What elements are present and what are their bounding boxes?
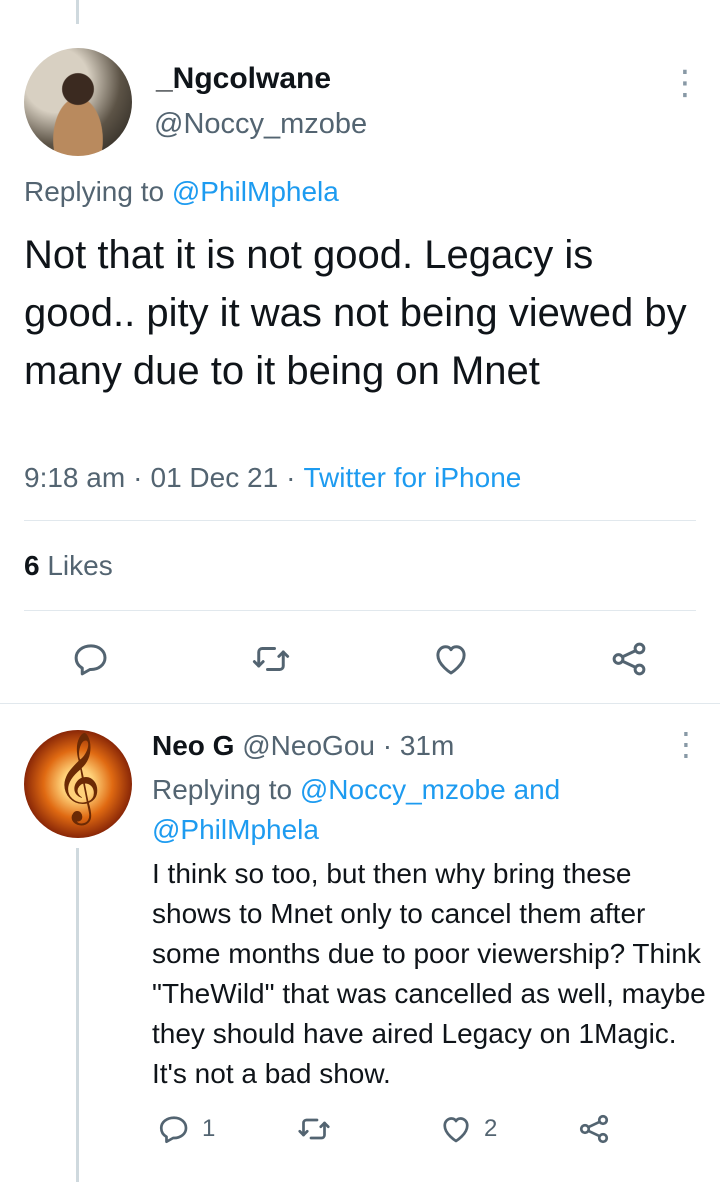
- handle-main[interactable]: @Noccy_mzobe: [154, 108, 367, 141]
- avatar-main[interactable]: [24, 48, 132, 156]
- more-vertical-icon[interactable]: ⋮: [670, 728, 702, 760]
- divider: [0, 703, 720, 704]
- divider: [24, 520, 696, 521]
- share-icon: [612, 642, 646, 676]
- like-count: 2: [484, 1115, 498, 1142]
- treble-clef-icon: 𝄞: [54, 732, 102, 822]
- tweet-meta: 9:18 am · 01 Dec 21 · Twitter for iPhone: [24, 462, 522, 493]
- reply-icon: [159, 1116, 188, 1144]
- display-name-main[interactable]: _Ngcolwane: [156, 62, 331, 96]
- like-button[interactable]: [430, 638, 472, 680]
- more-vertical-icon[interactable]: ⋮: [668, 66, 702, 100]
- replying-to-reply: Replying to @Noccy_mzobe and @PhilMphela: [152, 774, 561, 845]
- tweet-time[interactable]: 9:18 am: [24, 462, 125, 493]
- thread-line-top: [76, 0, 79, 24]
- display-name-reply[interactable]: Neo G: [152, 730, 234, 761]
- reply-header: Neo G @NeoGou · 31m: [152, 730, 455, 761]
- retweet-icon: [298, 1118, 330, 1140]
- heart-icon: [443, 1117, 469, 1143]
- handle-reply[interactable]: @NeoGou: [242, 730, 375, 761]
- mention-link[interactable]: @Noccy_mzobe: [300, 774, 506, 805]
- reply-button[interactable]: [70, 638, 112, 680]
- share-button[interactable]: [576, 1111, 612, 1147]
- reply-button[interactable]: 1: [156, 1111, 215, 1147]
- tweet-text-main: Not that it is not good. Legacy is good.…: [24, 233, 687, 393]
- mention-link[interactable]: @PhilMphela: [152, 814, 319, 845]
- like-button[interactable]: 2: [438, 1111, 497, 1147]
- replying-to-main: Replying to @PhilMphela: [24, 176, 339, 207]
- reply-icon: [74, 644, 107, 676]
- tweet-source[interactable]: Twitter for iPhone: [303, 462, 521, 493]
- likes-stat[interactable]: 6 Likes: [24, 550, 113, 582]
- share-icon: [579, 1114, 609, 1144]
- reply-count: 1: [202, 1115, 216, 1142]
- tweet-text-reply: I think so too, but then why bring these…: [152, 858, 706, 1089]
- retweet-button[interactable]: [296, 1111, 332, 1147]
- mention-link[interactable]: @PhilMphela: [172, 176, 339, 207]
- retweet-icon: [252, 647, 290, 671]
- reply-age[interactable]: 31m: [400, 730, 454, 761]
- tweet-date[interactable]: 01 Dec 21: [151, 462, 279, 493]
- share-button[interactable]: [608, 638, 650, 680]
- retweet-button[interactable]: [250, 638, 292, 680]
- thread-line-bottom: [76, 848, 79, 1182]
- avatar-reply[interactable]: 𝄞: [24, 730, 132, 838]
- heart-icon: [436, 645, 466, 675]
- divider: [24, 610, 696, 611]
